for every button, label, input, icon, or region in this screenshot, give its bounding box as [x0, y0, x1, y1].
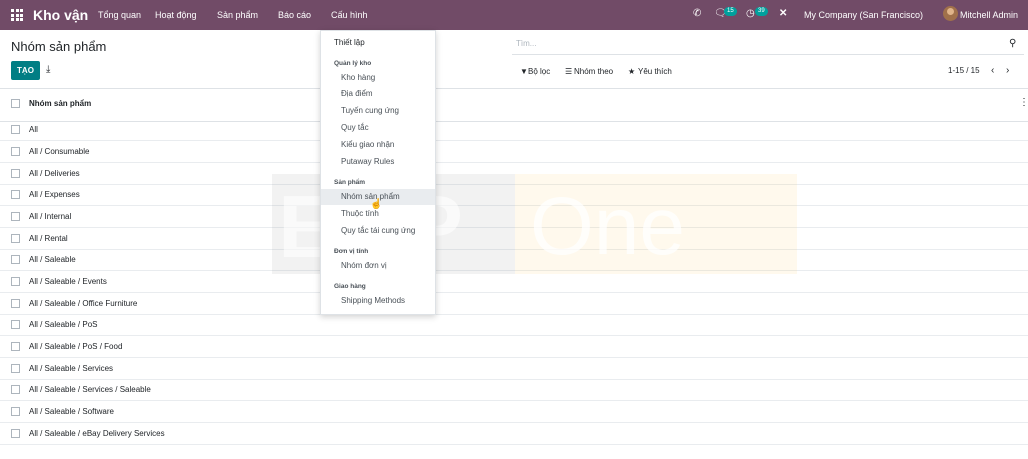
row-checkbox[interactable]	[11, 342, 20, 351]
row-label: All / Saleable / eBay Delivery Services	[29, 429, 165, 438]
table-row[interactable]: All / Internal	[0, 206, 1028, 228]
menu-item-routes[interactable]: Tuyến cung ứng	[321, 103, 435, 119]
row-checkbox[interactable]	[11, 385, 20, 394]
activity-badge: 39	[755, 7, 768, 16]
table-row[interactable]: All / Saleable / eBay Delivery Services	[0, 423, 1028, 445]
menu-item-operation-types[interactable]: Kiểu giao nhận	[321, 137, 435, 153]
row-label: All	[29, 125, 38, 134]
pager-prev-icon[interactable]: ‹	[991, 65, 994, 76]
section-header-uom: Đơn vị tính	[334, 248, 369, 255]
row-label: All / Rental	[29, 234, 68, 243]
activity-icon[interactable]: ◷	[746, 8, 755, 19]
row-label: All / Saleable / Services / Saleable	[29, 385, 151, 394]
row-label: All / Saleable / Software	[29, 407, 114, 416]
row-label: All / Consumable	[29, 147, 90, 156]
menu-item-shipping-methods[interactable]: Shipping Methods	[321, 293, 435, 309]
phone-icon[interactable]: ✆	[693, 8, 701, 19]
filter-icon[interactable]: ▼	[520, 67, 528, 76]
search-icon[interactable]: ⚲	[1009, 38, 1016, 49]
table-row[interactable]: All / Rental	[0, 228, 1028, 250]
menu-products[interactable]: Sản phẩm	[217, 10, 258, 20]
search-input[interactable]: Tìm...	[516, 39, 536, 48]
row-label: All / Internal	[29, 212, 72, 221]
menu-reporting[interactable]: Báo cáo	[278, 10, 311, 20]
menu-item-warehouses[interactable]: Kho hàng	[321, 70, 435, 86]
row-checkbox[interactable]	[11, 407, 20, 416]
row-checkbox[interactable]	[11, 364, 20, 373]
table-row[interactable]: All / Saleable / PoS / Food	[0, 336, 1028, 358]
row-checkbox[interactable]	[11, 190, 20, 199]
row-checkbox[interactable]	[11, 299, 20, 308]
star-icon[interactable]: ★	[628, 67, 635, 76]
company-switcher[interactable]: My Company (San Francisco)	[804, 10, 923, 20]
row-checkbox[interactable]	[11, 320, 20, 329]
row-checkbox[interactable]	[11, 277, 20, 286]
menu-configuration[interactable]: Cấu hình	[331, 10, 368, 20]
row-checkbox[interactable]	[11, 147, 20, 156]
favorites-button[interactable]: Yêu thích	[638, 67, 672, 76]
optional-columns-icon[interactable]: ⋮	[1019, 97, 1028, 108]
select-all-checkbox[interactable]	[11, 99, 20, 108]
group-by-icon[interactable]: ☰	[565, 67, 572, 76]
user-menu[interactable]: Mitchell Admin	[960, 10, 1018, 20]
pager-next-icon[interactable]: ›	[1006, 65, 1009, 76]
menu-item-locations[interactable]: Địa điểm	[321, 86, 435, 102]
table-row[interactable]: All / Consumable	[0, 141, 1028, 163]
column-header[interactable]: Nhóm sản phẩm	[29, 99, 91, 108]
close-icon[interactable]: ✕	[779, 8, 787, 19]
avatar[interactable]	[943, 6, 958, 21]
chat-badge: 15	[724, 7, 737, 16]
download-icon[interactable]: ⤓	[46, 64, 50, 75]
section-header-products: Sản phẩm	[334, 179, 366, 186]
table-row[interactable]: All / Expenses	[0, 184, 1028, 206]
search-underline	[512, 54, 1024, 55]
row-label: All / Saleable / Office Furniture	[29, 299, 138, 308]
row-label: All / Expenses	[29, 190, 80, 199]
row-label: All / Saleable / Services	[29, 364, 114, 373]
table-row[interactable]: All / Deliveries	[0, 163, 1028, 185]
top-navbar: Kho vận Tổng quan Hoạt động Sản phẩm Báo…	[0, 0, 1028, 30]
row-checkbox[interactable]	[11, 212, 20, 221]
row-label: All / Saleable / PoS / Food	[29, 342, 123, 351]
apps-menu-icon[interactable]	[11, 9, 23, 21]
row-checkbox[interactable]	[11, 125, 20, 134]
create-button[interactable]: TẠO	[11, 61, 40, 80]
menu-overview[interactable]: Tổng quan	[98, 10, 141, 20]
menu-item-reordering-rules[interactable]: Quy tắc tái cung ứng	[321, 223, 435, 239]
pointer-cursor-icon: ☝	[370, 199, 383, 210]
menu-item-settings[interactable]: Thiết lập	[321, 35, 435, 51]
row-label: All / Saleable	[29, 255, 76, 264]
table-row[interactable]: All / Saleable / Services / Saleable	[0, 379, 1028, 401]
page-title: Nhóm sản phẩm	[11, 39, 107, 54]
menu-item-putaway-rules[interactable]: Putaway Rules	[321, 154, 435, 170]
row-label: All / Saleable / Events	[29, 277, 107, 286]
app-name[interactable]: Kho vận	[33, 7, 88, 23]
table-row[interactable]: All / Saleable / PoS	[0, 314, 1028, 336]
configuration-dropdown: Thiết lập Quản lý kho Kho hàng Địa điểm …	[320, 30, 436, 315]
filters-button[interactable]: Bộ lọc	[528, 67, 550, 76]
table-row[interactable]: All / Saleable / Services	[0, 358, 1028, 380]
section-header-warehouse: Quản lý kho	[334, 60, 372, 67]
table-header: Nhóm sản phẩm ⋮	[0, 88, 1028, 122]
table-row[interactable]: All	[0, 119, 1028, 141]
section-header-delivery: Giao hàng	[334, 283, 366, 290]
row-label: All / Saleable / PoS	[29, 320, 98, 329]
menu-item-uom-categories[interactable]: Nhóm đơn vị	[321, 258, 435, 274]
row-label: All / Deliveries	[29, 169, 80, 178]
pager-value[interactable]: 1-15 / 15	[948, 66, 980, 75]
row-checkbox[interactable]	[11, 429, 20, 438]
table-row[interactable]: All / Saleable / Software	[0, 401, 1028, 423]
menu-item-rules[interactable]: Quy tắc	[321, 120, 435, 136]
row-checkbox[interactable]	[11, 255, 20, 264]
table-row[interactable]: All / Saleable / Office Furniture	[0, 293, 1028, 315]
menu-operations[interactable]: Hoạt động	[155, 10, 197, 20]
row-checkbox[interactable]	[11, 234, 20, 243]
group-by-button[interactable]: Nhóm theo	[574, 67, 613, 76]
table-row[interactable]: All / Saleable	[0, 249, 1028, 271]
row-checkbox[interactable]	[11, 169, 20, 178]
table-row[interactable]: All / Saleable / Events	[0, 271, 1028, 293]
